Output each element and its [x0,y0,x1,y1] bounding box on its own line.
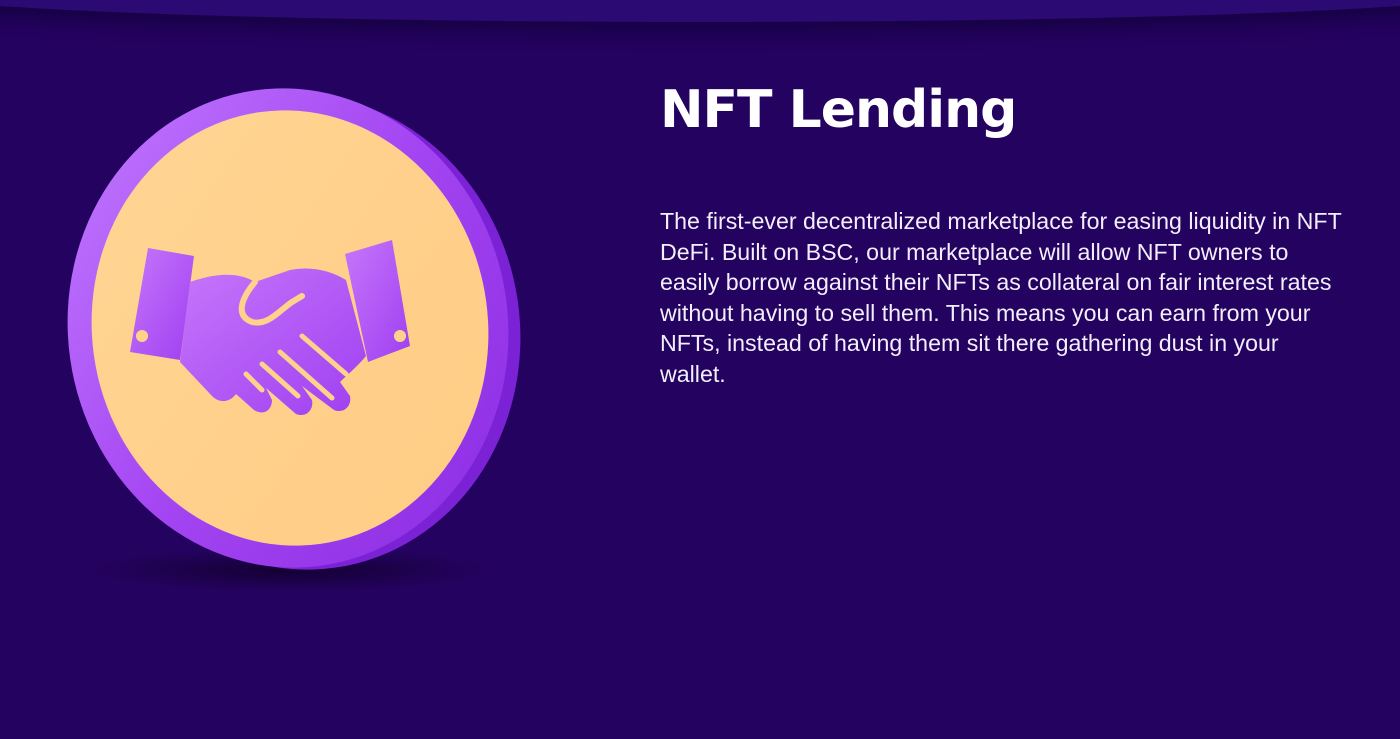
section-description: The first-ever decentralized marketplace… [660,208,1342,387]
section-title: NFT Lending [660,80,1017,140]
handshake-coin-icon [40,70,540,610]
coin-illustration [67,88,521,592]
nft-lending-section: NFT Lending The first-ever decentralized… [0,0,1400,739]
top-shadow-band [0,0,1400,22]
